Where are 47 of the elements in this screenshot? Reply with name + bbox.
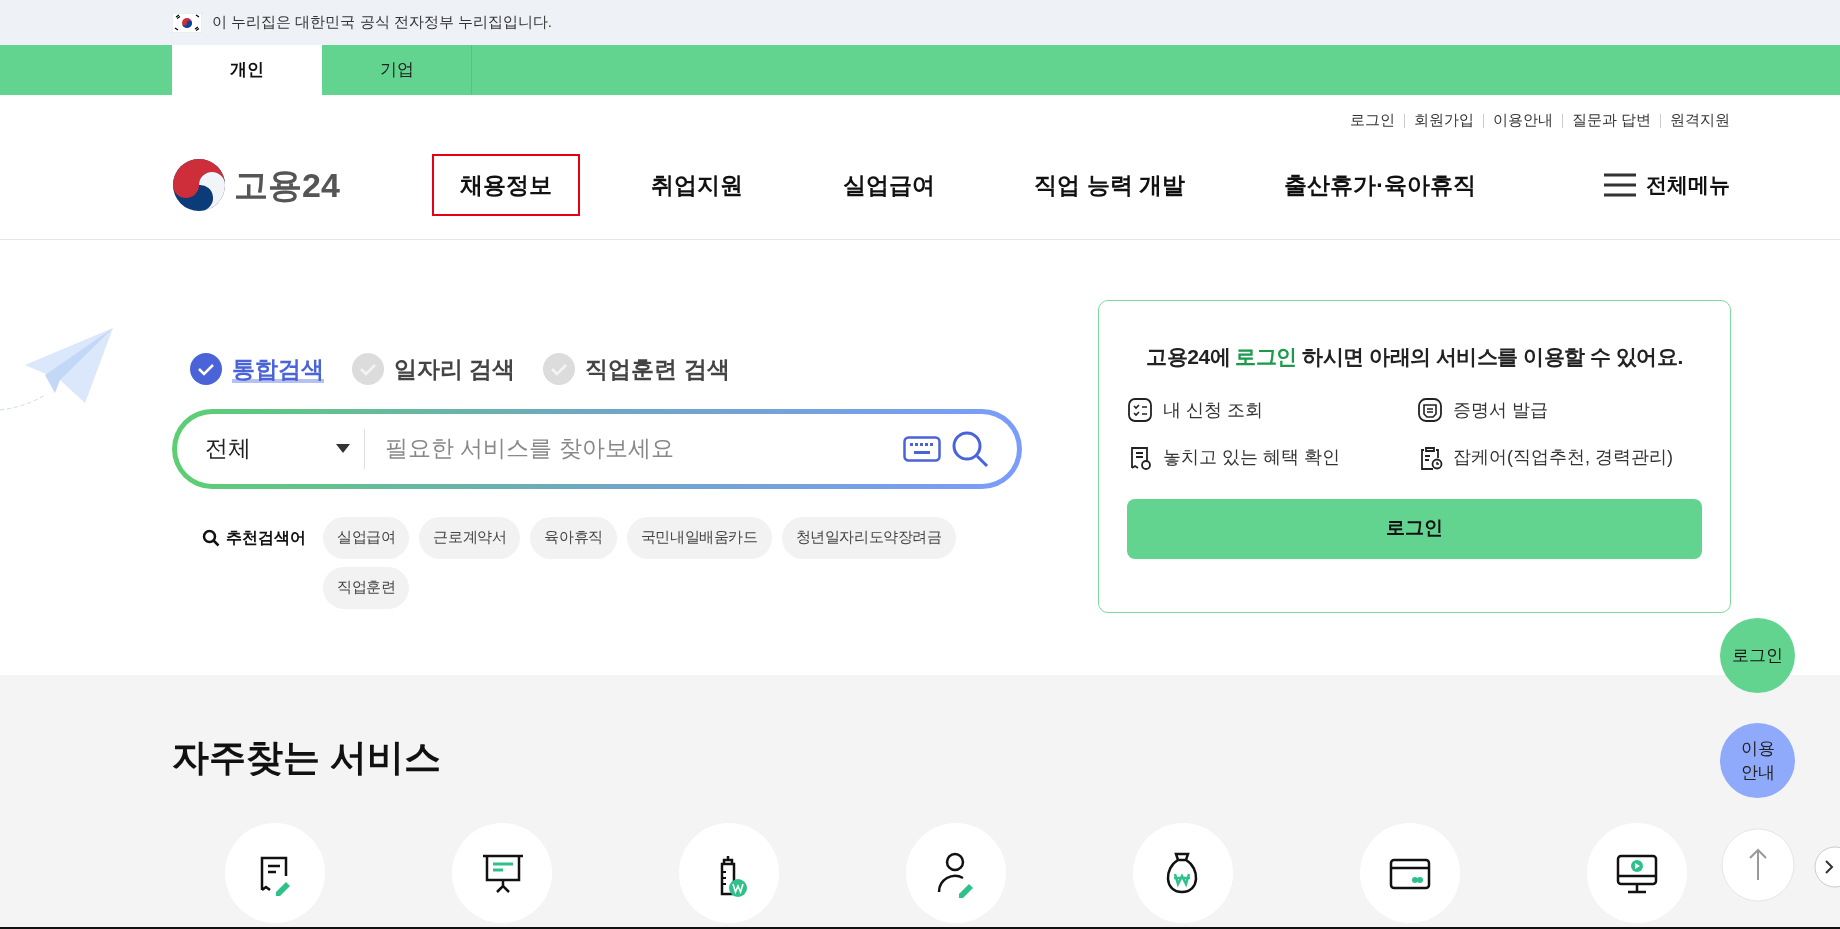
menu-icon: [1604, 173, 1636, 197]
check-circle-icon: [352, 353, 384, 386]
nav-item[interactable]: 직업 능력 개발: [1006, 153, 1213, 217]
nav-item[interactable]: 채용정보: [432, 153, 580, 217]
keyword-chip[interactable]: 국민내일배움카드: [626, 516, 772, 559]
keyboard-icon[interactable]: [903, 435, 941, 462]
logo-emblem-icon: [172, 158, 226, 212]
search-icon[interactable]: [951, 429, 989, 468]
search-type-radio[interactable]: 직업훈련 검색: [543, 352, 730, 387]
keyword-chip[interactable]: 근로계약서: [419, 516, 521, 559]
all-menu-button[interactable]: 전체메뉴: [1604, 169, 1730, 201]
dropdown-caret-icon: [336, 443, 350, 454]
search-bar[interactable]: 전체 필요한 서비스를 찾아보세요: [172, 408, 1022, 489]
util-link[interactable]: 질문과 답변: [1571, 108, 1651, 131]
login-button[interactable]: 로그인: [1127, 498, 1702, 559]
flag-icon: [172, 12, 202, 33]
nav-item[interactable]: 출산휴가·육아휴직: [1256, 153, 1504, 217]
section-title: 자주찾는 서비스: [172, 736, 442, 780]
recommended-label: 추천검색어: [226, 527, 306, 548]
login-message: 고용24에 로그인 하시면 아래의 서비스를 이용할 수 있어요.: [1145, 344, 1684, 370]
nav-item[interactable]: 실업급여: [814, 153, 963, 217]
logo-text[interactable]: 고용24: [234, 159, 340, 211]
check-circle-icon: [190, 353, 222, 386]
audience-tab[interactable]: 개인: [172, 45, 322, 95]
keyword-chip[interactable]: 실업급여: [323, 516, 410, 559]
service-link[interactable]: 잡케어(직업추천, 경력관리): [1453, 443, 1673, 471]
search-type-radio[interactable]: 통합검색: [190, 352, 324, 387]
checklist-icon: [1127, 397, 1153, 423]
keyword-chip[interactable]: 청년일자리도약장려금: [781, 516, 956, 559]
category-select[interactable]: 전체: [205, 428, 365, 469]
floating-login-button[interactable]: 로그인: [1720, 618, 1795, 693]
certificate-icon: [1417, 397, 1443, 423]
search-icon: [202, 528, 220, 547]
util-link[interactable]: 로그인: [1349, 108, 1395, 131]
search-type-radio[interactable]: 일자리 검색: [352, 352, 516, 387]
util-link[interactable]: 회원가입: [1413, 108, 1474, 131]
keyword-chip[interactable]: 육아휴직: [530, 516, 617, 559]
keyword-chip[interactable]: 직업훈련: [323, 566, 410, 609]
util-link[interactable]: 원격지원: [1670, 108, 1730, 131]
nav-item[interactable]: 취업지원: [623, 153, 772, 217]
next-arrow-button[interactable]: [1814, 846, 1840, 888]
check-circle-icon: [543, 353, 576, 386]
util-link[interactable]: 이용안내: [1492, 108, 1553, 131]
service-link[interactable]: 증명서 발급: [1453, 396, 1548, 424]
service-link[interactable]: 놓치고 있는 혜택 확인: [1163, 443, 1340, 471]
service-link[interactable]: 내 신청 조회: [1163, 396, 1263, 424]
gov-notice: 이 누리집은 대한민국 공식 전자정부 누리집입니다.: [212, 12, 552, 33]
